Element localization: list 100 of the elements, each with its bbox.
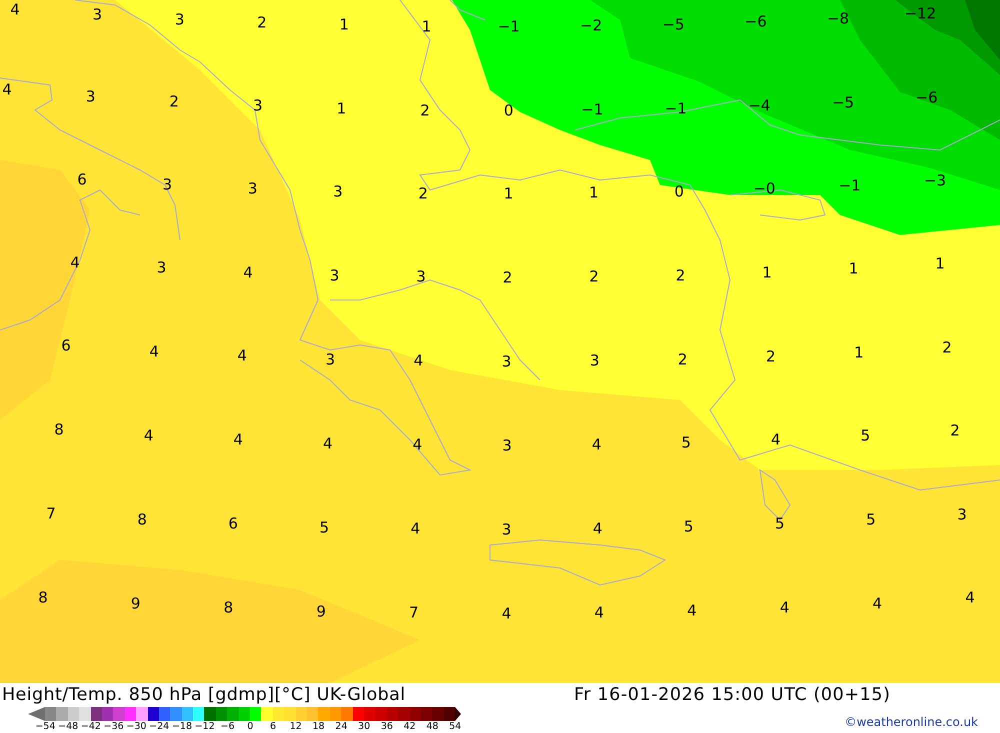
temperature-value: 2 [678,352,688,368]
temperature-value: 1 [848,261,858,276]
temperature-value: 4 [2,82,12,98]
temperature-value: 8 [224,600,234,616]
scale-tick-label: −6 [220,721,236,733]
temperature-value: −5 [832,95,854,110]
temperature-value: −2 [580,18,602,34]
temperature-value: 4 [70,256,80,270]
temperature-value: 4 [502,606,512,622]
scale-tick-label: 48 [425,721,440,733]
temperature-value: 3 [156,260,166,276]
temperature-value: −1 [838,178,861,194]
scale-tick-label: 30 [357,721,372,733]
temperature-value: 3 [174,12,184,28]
temperature-value: 2 [942,340,952,356]
temperature-value: 3 [326,352,336,368]
temperature-value: 2 [502,270,512,286]
temperature-value: 6 [77,172,87,188]
temperature-value: 4 [410,522,420,537]
temperature-value: −5 [662,17,684,32]
temperature-value: 1 [589,186,599,201]
scale-tick-label: −24 [148,721,170,733]
temperature-value: 1 [935,256,945,272]
temperature-value: 3 [330,268,340,284]
chart-title: Height/Temp. 850 hPa [gdmp][°C] UK-Global [2,685,406,705]
scale-tick-label: −48 [57,721,80,733]
temperature-value: 4 [780,600,790,616]
temperature-value: 4 [965,590,975,606]
temperature-value: −12 [904,6,936,22]
temperature-value: −1 [498,19,520,34]
scale-tick-label: 0 [246,721,254,733]
scale-tick-label: −42 [80,721,102,733]
temperature-value: 4 [771,432,781,448]
temperature-value: 4 [592,438,602,453]
temperature-value: 4 [594,606,604,621]
temperature-value: 3 [957,508,967,522]
temperature-value: −3 [924,174,946,188]
scale-tick-label: −12 [194,721,216,733]
temperature-value: 3 [333,184,343,200]
temperature-value: 2 [169,94,179,110]
temperature-value: 4 [233,432,243,448]
temperature-value: 3 [248,182,258,197]
scale-tick-label: −54 [34,721,56,733]
temperature-value: 4 [687,604,697,619]
temperature-value: 2 [950,424,960,438]
temperature-value: 1 [422,19,432,34]
scale-tick-label: 24 [334,721,348,733]
temperature-value: 4 [243,265,253,280]
credit-text: ©weatheronline.co.uk [844,715,978,729]
temperature-value: 5 [866,512,876,528]
temperature-value: 3 [502,522,512,538]
temperature-value: 5 [681,436,691,451]
temperature-value: 6 [228,516,238,532]
temperature-value: 4 [237,348,247,364]
temperature-value: 6 [61,338,71,354]
temperature-value: 4 [144,428,154,444]
temperature-value: 4 [10,2,20,18]
valid-time: Fr 16-01-2026 15:00 UTC (00+15) [574,685,891,705]
temperature-value: 3 [590,354,600,369]
temperature-value: 5 [860,428,870,444]
temperature-value: 2 [420,103,430,118]
temperature-value: 2 [257,15,267,30]
temperature-value: 9 [316,604,326,620]
temperature-value: 4 [414,354,424,369]
temperature-value: −6 [744,14,767,30]
scale-tick-label: 6 [269,721,278,733]
temperature-value: −1 [581,102,604,118]
scale-tick-label: 12 [288,721,303,733]
temperature-value: 2 [589,270,599,285]
temperature-value: 7 [409,606,419,621]
temperature-value: 1 [854,345,864,360]
temperature-value: 5 [320,520,330,536]
scale-tick-label: 54 [448,721,462,733]
temperature-value: 3 [162,178,172,193]
temperature-value: −4 [748,98,770,114]
temperature-value: 5 [775,516,785,532]
temperature-value: 4 [872,596,882,612]
temperature-value: 2 [418,186,428,202]
temperature-value: 1 [504,186,514,202]
temperature-value: 4 [323,436,333,452]
temperature-value: 4 [412,438,422,453]
temperature-value: 4 [592,522,602,537]
temperature-value: 5 [684,520,694,535]
temperature-value: 7 [46,506,56,522]
temperature-value: 3 [86,89,96,104]
temperature-value: 8 [38,590,48,606]
temperature-value: 3 [253,98,263,114]
temperature-value: 1 [339,18,349,33]
scale-tick-label: −36 [102,721,125,733]
scale-tick-label: 36 [380,721,394,733]
temperature-value: 4 [149,344,159,360]
temperature-value: 9 [130,596,140,612]
temperature-value: 2 [676,268,686,284]
temperature-value: 8 [54,422,64,438]
temperature-value: 1 [762,265,772,280]
temperature-value: 0 [674,184,684,200]
scale-tick-label: 18 [312,721,326,733]
temperature-value: 3 [502,438,512,454]
scale-tick-label: 42 [402,721,417,733]
temperature-value: 1 [336,101,346,116]
